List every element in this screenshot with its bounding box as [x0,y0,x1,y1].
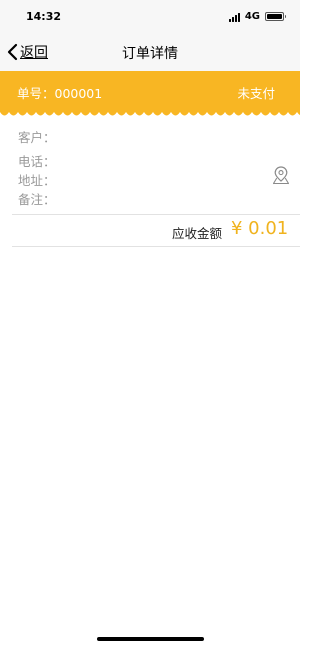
battery-icon [265,12,286,21]
order-number: 单号：000001 [17,86,103,101]
navigation-bar: 返回 订单详情 [0,33,300,71]
home-indicator [97,637,204,641]
page-title: 订单详情 [122,46,178,62]
divider-bottom [12,246,300,247]
remark-label: 备注： [18,192,56,207]
phone-label: 电话： [18,154,56,169]
map-pin-icon[interactable] [272,165,290,185]
status-time: 14:32 [26,10,62,23]
total-amount: ¥ 0.01 [231,218,289,239]
scalloped-edge-decoration [0,110,300,116]
order-banner: 单号：000001 未支付 [0,71,300,112]
total-row: 应收金额 ¥ 0.01 [0,215,300,247]
status-indicators: 4G [228,10,286,23]
cellular-signal-icon [228,12,240,22]
network-type: 4G [244,11,260,22]
status-bar: 14:32 4G [0,0,300,33]
payment-status: 未支付 [237,86,275,101]
order-detail-screen: 14:32 4G 返回 订单详情 单号：000001 未支付 客户： 电话： 地… [0,0,300,649]
customer-info-section: 客户： 电话： 地址： 备注： [0,119,300,214]
address-label: 地址： [18,173,56,188]
customer-label: 客户： [18,130,56,145]
total-label: 应收金额 [172,226,223,241]
